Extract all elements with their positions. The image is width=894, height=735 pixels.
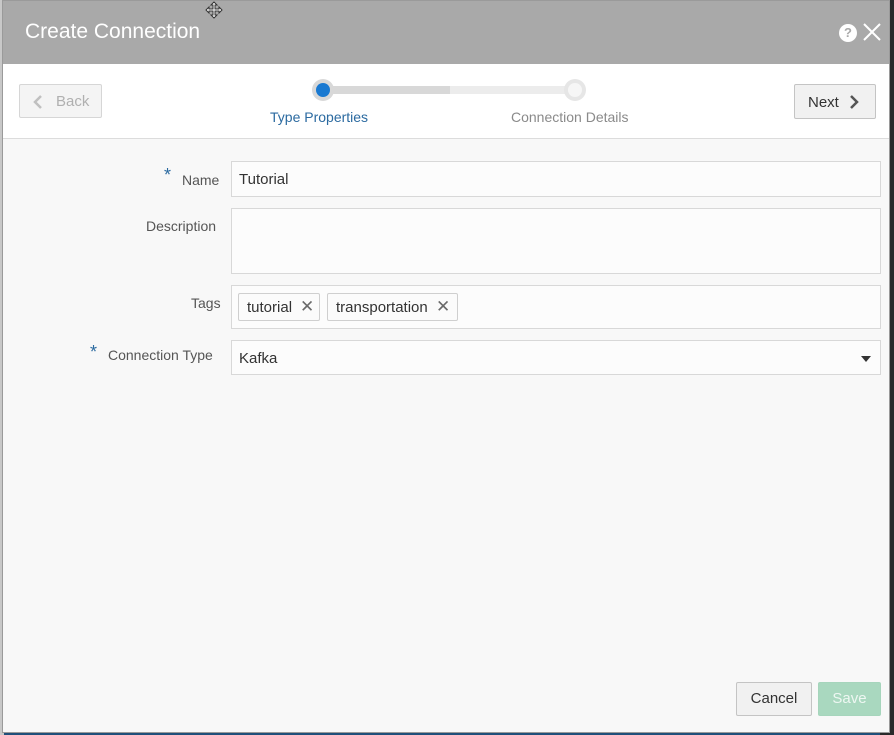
train-stop-dot xyxy=(568,83,582,97)
step-label-connection-details[interactable]: Connection Details xyxy=(511,109,629,125)
tag-chip-label: tutorial xyxy=(247,299,293,316)
name-label: Name xyxy=(182,172,220,188)
tag-chip-label: transportation xyxy=(336,299,428,316)
description-label: Description xyxy=(146,218,217,234)
connection-type-label: Connection Type xyxy=(108,347,213,363)
tags-input[interactable]: tutorial ✕ transportation ✕ xyxy=(231,285,881,329)
connection-type-select[interactable]: Kafka xyxy=(231,340,881,375)
back-button[interactable]: Back xyxy=(19,84,102,118)
cancel-button[interactable]: Cancel xyxy=(736,682,812,716)
description-textarea[interactable] xyxy=(231,208,881,274)
train-stop-connection-details[interactable] xyxy=(564,79,586,101)
next-button[interactable]: Next xyxy=(794,84,876,119)
tag-chip-tutorial: tutorial ✕ xyxy=(238,293,320,321)
chevron-left-icon xyxy=(33,94,43,114)
save-button[interactable]: Save xyxy=(818,682,881,716)
name-input[interactable]: Tutorial xyxy=(231,161,881,197)
name-required-mark: * xyxy=(164,165,172,185)
train-stop-dot xyxy=(316,83,330,97)
connection-type-value: Kafka xyxy=(239,350,278,367)
back-button-label: Back xyxy=(56,93,90,110)
dialog-title: Create Connection xyxy=(25,20,201,43)
dialog-titlebar[interactable]: Create Connection ? xyxy=(3,1,889,64)
remove-tag-icon[interactable]: ✕ xyxy=(300,297,314,317)
caret-down-icon[interactable] xyxy=(861,356,871,362)
train-track-completed xyxy=(323,86,450,94)
step-label-type-properties[interactable]: Type Properties xyxy=(270,109,368,125)
next-button-label: Next xyxy=(808,94,839,111)
name-input-value: Tutorial xyxy=(239,171,289,188)
help-icon[interactable]: ? xyxy=(839,24,857,42)
train-track-pending xyxy=(450,86,575,94)
close-icon[interactable] xyxy=(861,21,883,43)
tag-chip-transportation: transportation ✕ xyxy=(327,293,458,321)
tags-label: Tags xyxy=(191,295,221,311)
remove-tag-icon[interactable]: ✕ xyxy=(436,297,450,317)
step-train: Back Type Properties Connection Details … xyxy=(3,64,889,139)
create-connection-dialog: Create Connection ? Back Type Properties… xyxy=(2,0,890,733)
chevron-right-icon xyxy=(849,94,859,114)
train-stop-type-properties[interactable] xyxy=(312,79,334,101)
move-cursor-icon xyxy=(204,1,224,19)
connection-type-required-mark: * xyxy=(90,342,98,362)
